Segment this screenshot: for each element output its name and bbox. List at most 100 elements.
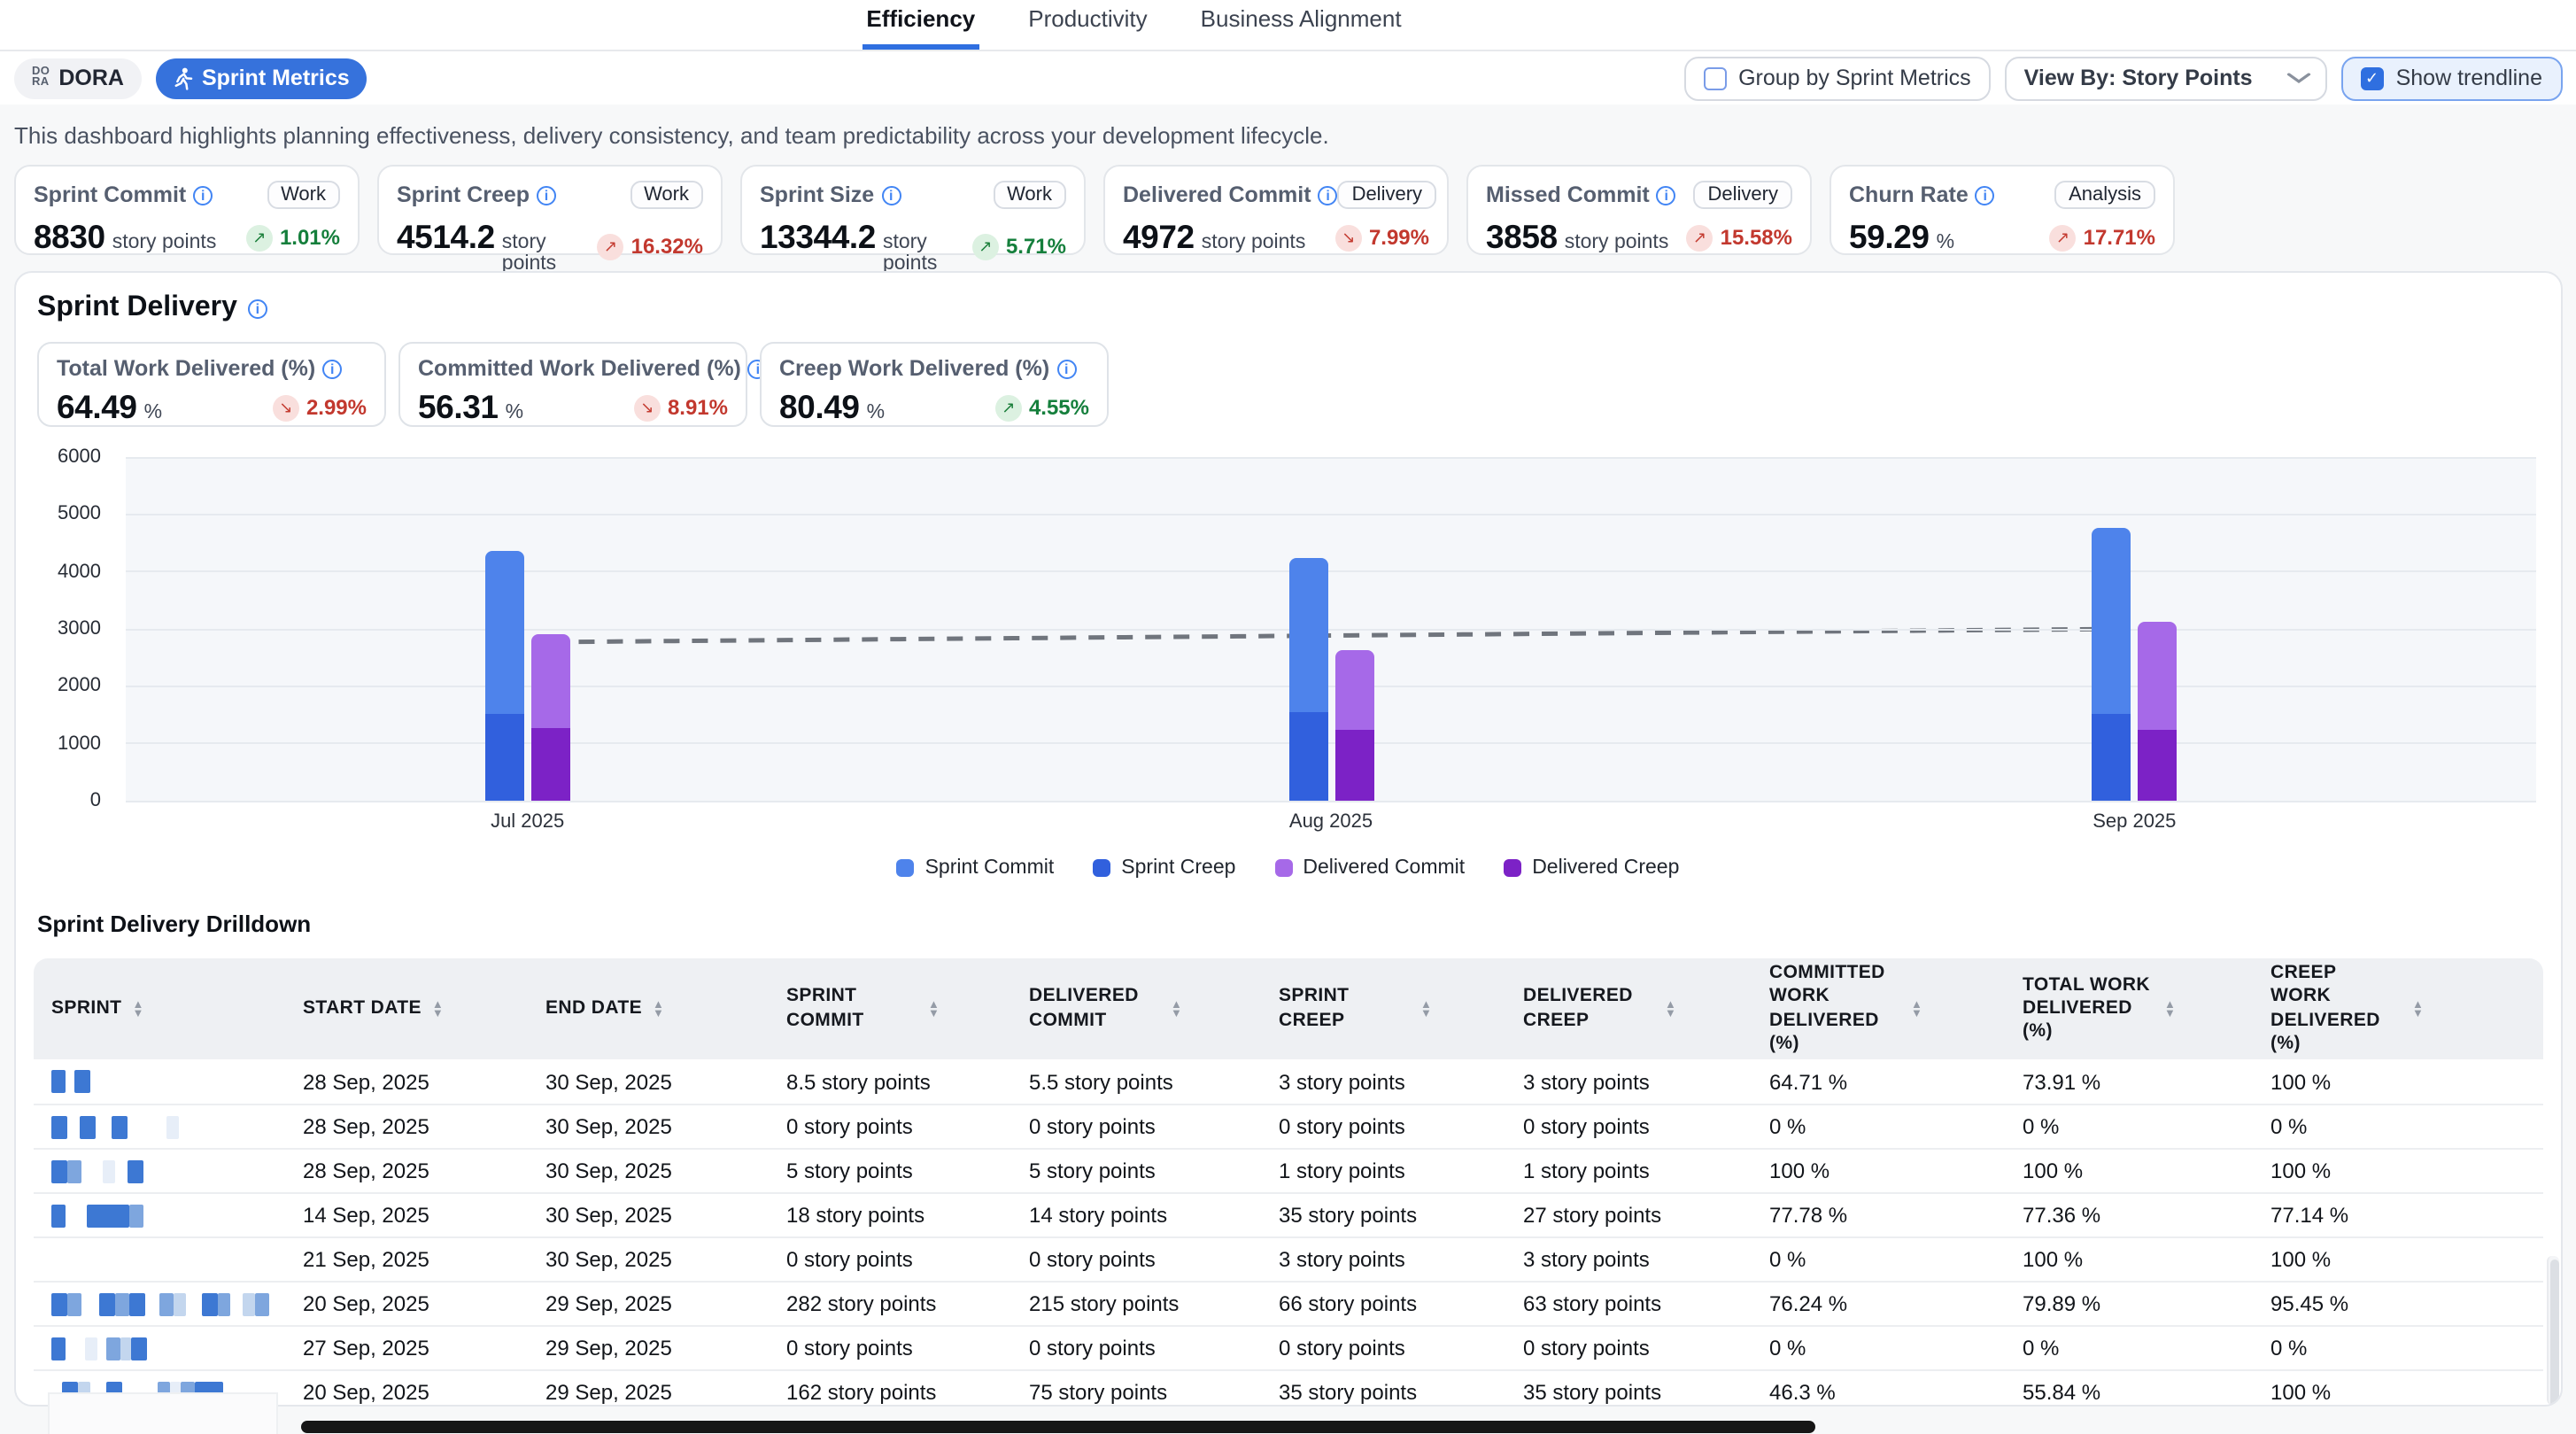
chart-legend: Sprint Commit Sprint Creep Delivered Commi… xyxy=(37,850,2539,886)
table-vertical-scrollbar[interactable] xyxy=(2546,1256,2558,1405)
cell-sprint-creep: 3 story points xyxy=(1261,1059,1505,1104)
delivery-card-title: Total Work Delivered (%) xyxy=(57,356,315,381)
cell-sprint-commit: 0 story points xyxy=(769,1238,1011,1281)
tab-productivity[interactable]: Productivity xyxy=(1025,0,1150,50)
cell-start-date: 28 Sep, 2025 xyxy=(285,1105,528,1148)
info-icon[interactable]: i xyxy=(1657,185,1676,205)
sort-icon[interactable]: ▲▼ xyxy=(1665,1000,1676,1018)
sort-icon[interactable]: ▲▼ xyxy=(432,1000,444,1018)
info-icon[interactable]: i xyxy=(1319,185,1338,205)
segment-delivered-creep xyxy=(2138,731,2177,801)
column-header-start-date[interactable]: Start Date▲▼ xyxy=(285,958,528,1059)
toolbar-left: DORA DORA Sprint Metrics xyxy=(14,58,367,98)
segment-sprint-commit xyxy=(1288,557,1327,713)
segment-delivered-commit xyxy=(2138,622,2177,731)
cell-total-work-delivered: 55.84 % xyxy=(2005,1371,2253,1407)
gridline xyxy=(126,514,2535,515)
segment-sprint-creep xyxy=(2092,714,2131,801)
info-icon[interactable]: i xyxy=(881,185,901,205)
toolbar-right: Group by Sprint Metrics View By: Story P… xyxy=(1683,56,2562,100)
legend-item-delivered-commit[interactable]: Delivered Commit xyxy=(1274,857,1465,879)
legend-swatch-icon xyxy=(1093,859,1110,877)
cell-delivered-commit: 0 story points xyxy=(1011,1327,1261,1369)
cell-committed-work-delivered: 100 % xyxy=(1752,1150,2005,1192)
sprint-name-cell-redacted xyxy=(34,1327,285,1369)
view-by-select[interactable]: View By: Story Points xyxy=(2005,56,2327,100)
info-icon[interactable]: i xyxy=(193,185,213,205)
column-header-creep-work-delivered[interactable]: Creep Work Delivered (%) ▲▼ xyxy=(2253,958,2542,1059)
segment-delivered-creep xyxy=(1334,731,1373,801)
metric-value: 8830 xyxy=(34,218,105,257)
column-header-end-date[interactable]: End Date▲▼ xyxy=(528,958,769,1059)
redacted-sprint-name xyxy=(51,1204,143,1227)
info-icon[interactable]: i xyxy=(1056,359,1076,378)
metric-category-badge: Work xyxy=(630,181,703,209)
column-header-sprint[interactable]: Sprint▲▼ xyxy=(34,958,285,1059)
group-by-sprint-metrics-toggle[interactable]: Group by Sprint Metrics xyxy=(1683,56,1991,100)
sort-icon[interactable]: ▲▼ xyxy=(653,1000,664,1018)
cell-sprint-commit: 0 story points xyxy=(769,1327,1011,1369)
cell-sprint-commit: 5 story points xyxy=(769,1150,1011,1192)
sort-icon[interactable]: ▲▼ xyxy=(1171,1000,1182,1018)
column-header-committed-work-delivered[interactable]: Committed Work Delivered (%)▲▼ xyxy=(1752,958,2005,1059)
cell-committed-work-delivered: 64.71 % xyxy=(1752,1059,2005,1104)
column-header-delivered-creep[interactable]: Delivered Creep▲▼ xyxy=(1505,958,1752,1059)
table-row: 28 Sep, 202530 Sep, 20255 story points5 … xyxy=(34,1148,2542,1192)
cell-sprint-creep: 66 story points xyxy=(1261,1283,1505,1325)
cell-end-date: 30 Sep, 2025 xyxy=(528,1059,769,1104)
metric-unit: story points xyxy=(1202,232,1306,253)
sort-icon[interactable]: ▲▼ xyxy=(1911,1000,1922,1018)
metric-category-badge: Delivery xyxy=(1338,181,1436,209)
legend-item-sprint-creep[interactable]: Sprint Creep xyxy=(1093,857,1235,879)
column-header-delivered-commit[interactable]: Delivered Commit▲▼ xyxy=(1011,958,1261,1059)
metric-category-badge: Delivery xyxy=(1694,181,1792,209)
info-icon[interactable]: i xyxy=(248,298,267,318)
horizontal-scrollbar[interactable] xyxy=(301,1420,1815,1432)
cell-total-work-delivered: 100 % xyxy=(2005,1150,2253,1192)
tab-business-alignment[interactable]: Business Alignment xyxy=(1197,0,1405,50)
sprint-delivery-title: Sprint Delivery xyxy=(37,292,237,324)
sprint-metrics-button[interactable]: Sprint Metrics xyxy=(156,58,367,98)
table-row: 28 Sep, 202530 Sep, 20258.5 story points… xyxy=(34,1059,2542,1104)
sort-icon[interactable]: ▲▼ xyxy=(2164,1000,2176,1018)
sort-icon[interactable]: ▲▼ xyxy=(132,1000,143,1018)
metric-unit: story points xyxy=(502,232,598,275)
sprint-bar-sep-2025 xyxy=(2092,528,2131,801)
cell-creep-work-delivered: 95.45 % xyxy=(2253,1283,2542,1325)
info-icon[interactable]: i xyxy=(537,185,556,205)
table-row: 20 Sep, 202529 Sep, 2025282 story points… xyxy=(34,1281,2542,1325)
delivered-bar-sep-2025 xyxy=(2138,622,2177,801)
tab-efficiency[interactable]: Efficiency xyxy=(863,0,979,50)
running-person-icon xyxy=(174,66,193,89)
cell-committed-work-delivered: 0 % xyxy=(1752,1238,2005,1281)
segment-delivered-commit xyxy=(531,635,570,729)
column-header-sprint-creep[interactable]: Sprint Creep▲▼ xyxy=(1261,958,1505,1059)
dora-button-label: DORA xyxy=(58,66,124,90)
dora-button[interactable]: DORA DORA xyxy=(14,58,142,98)
column-header-total-work-delivered[interactable]: Total Work Delivered (%)▲▼ xyxy=(2005,958,2253,1059)
metric-card-title: Sprint Size xyxy=(760,182,874,207)
cell-sprint-creep: 0 story points xyxy=(1261,1327,1505,1369)
show-trendline-toggle[interactable]: ✓ Show trendline xyxy=(2341,56,2562,100)
cell-delivered-creep: 0 story points xyxy=(1505,1105,1752,1148)
delivery-value: 80.49 xyxy=(779,388,860,427)
delivery-card: Committed Work Delivered (%)i 56.31% ↘8.… xyxy=(398,342,747,427)
cell-delivered-creep: 63 story points xyxy=(1505,1283,1752,1325)
cell-creep-work-delivered: 100 % xyxy=(2253,1238,2542,1281)
legend-item-sprint-commit[interactable]: Sprint Commit xyxy=(897,857,1055,879)
column-header-sprint-commit[interactable]: Sprint Commit▲▼ xyxy=(769,958,1011,1059)
show-trendline-checkbox[interactable]: ✓ xyxy=(2361,66,2384,89)
legend-item-delivered-creep[interactable]: Delivered Creep xyxy=(1504,857,1679,879)
info-icon[interactable]: i xyxy=(1976,185,1995,205)
column-header-label: Creep Work Delivered (%) xyxy=(2270,963,2402,1056)
info-icon[interactable]: i xyxy=(322,359,342,378)
metric-category-badge: Work xyxy=(993,181,1066,209)
sort-icon[interactable]: ▲▼ xyxy=(928,1000,940,1018)
sort-icon[interactable]: ▲▼ xyxy=(2412,1000,2424,1018)
cell-sprint-commit: 8.5 story points xyxy=(769,1059,1011,1104)
sort-icon[interactable]: ▲▼ xyxy=(1420,1000,1432,1018)
group-by-checkbox[interactable] xyxy=(1703,66,1726,89)
trend-arrow-icon: ↗ xyxy=(995,394,1022,421)
delivery-value: 64.49 xyxy=(57,388,137,427)
top-tab-bar: Efficiency Productivity Business Alignment xyxy=(0,0,2576,51)
